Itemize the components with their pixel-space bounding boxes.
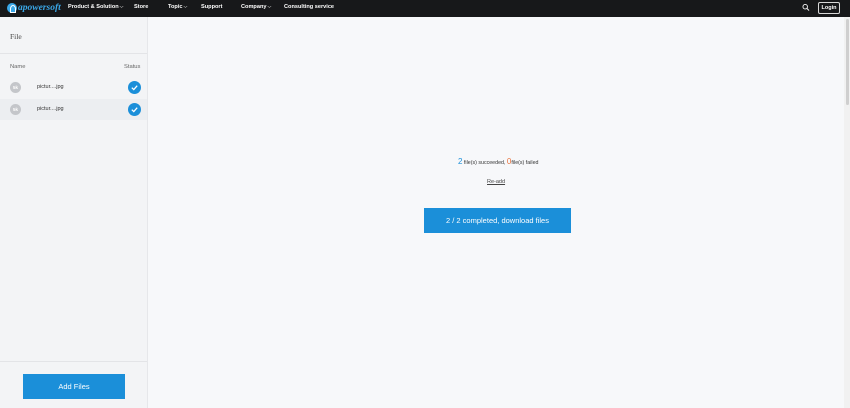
file-name: pictur....jpg — [37, 84, 64, 90]
top-nav-bar: apowersoft Product & Solution⌵ Store Top… — [0, 0, 850, 17]
nav-store[interactable]: Store — [134, 4, 148, 10]
nav-label: Topic — [168, 4, 183, 10]
nav-label: Support — [201, 4, 223, 10]
nav-company[interactable]: Company⌵ — [241, 4, 271, 10]
succeeded-label: file(s) succeeded, — [462, 160, 507, 166]
failed-label: file(s) failed — [511, 160, 539, 166]
status-check-icon — [128, 81, 141, 94]
add-files-button[interactable]: Add Files — [23, 374, 125, 399]
nav-topic[interactable]: Topic⌵ — [168, 4, 187, 10]
page-scrollbar-thumb[interactable] — [846, 19, 849, 105]
logo-text: apowersoft — [18, 3, 61, 13]
nav-label: Product & Solution — [68, 4, 119, 10]
chevron-down-icon: ⌵ — [183, 4, 188, 10]
search-icon[interactable] — [802, 3, 810, 12]
apowersoft-logo[interactable]: apowersoft — [7, 2, 61, 14]
column-header-name: Name — [10, 64, 26, 70]
nav-label: Store — [134, 4, 149, 10]
column-header-status: Status — [124, 64, 141, 70]
divider — [0, 53, 147, 54]
file-row[interactable]: 5k pictur....jpg — [0, 77, 147, 98]
download-files-button[interactable]: 2 / 2 completed, download files — [424, 208, 571, 233]
file-thumbnail: 5k — [10, 104, 21, 115]
logo-icon — [7, 3, 17, 13]
login-button[interactable]: Login — [818, 2, 840, 14]
readd-link[interactable]: Re-add — [487, 179, 505, 185]
chevron-down-icon: ⌵ — [267, 4, 272, 10]
file-thumbnail: 5k — [10, 82, 21, 93]
nav-support[interactable]: Support — [201, 4, 222, 10]
nav-consulting-service[interactable]: Consulting service — [284, 4, 334, 10]
divider — [0, 361, 147, 362]
nav-label: Consulting service — [284, 4, 335, 10]
nav-product-solution[interactable]: Product & Solution⌵ — [68, 4, 123, 10]
status-check-icon — [128, 103, 141, 116]
chevron-down-icon: ⌵ — [119, 4, 124, 10]
file-sidebar: File Name Status 5k pictur....jpg 5k pic… — [0, 17, 148, 408]
sidebar-title: File — [10, 32, 22, 41]
nav-label: Company — [241, 4, 267, 10]
file-name: pictur....jpg — [37, 106, 64, 112]
file-row[interactable]: 5k pictur....jpg — [0, 99, 147, 120]
result-summary: 2 file(s) succeeded, 0file(s) failed — [458, 157, 538, 166]
